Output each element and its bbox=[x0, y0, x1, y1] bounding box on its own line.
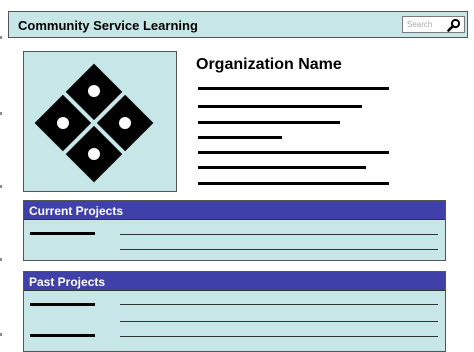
search-input[interactable] bbox=[403, 17, 451, 32]
project-name-line[interactable] bbox=[30, 334, 95, 337]
past-projects-panel: Past Projects bbox=[23, 271, 446, 352]
project-name-line[interactable] bbox=[30, 232, 95, 235]
description-line bbox=[198, 136, 282, 139]
description-line bbox=[198, 166, 366, 169]
project-detail-line bbox=[120, 321, 438, 322]
past-projects-title: Past Projects bbox=[24, 272, 445, 291]
current-projects-panel: Current Projects bbox=[23, 200, 446, 261]
edge-mark bbox=[0, 112, 2, 115]
description-line bbox=[198, 151, 389, 154]
current-projects-title: Current Projects bbox=[24, 201, 445, 220]
search-box[interactable] bbox=[402, 16, 465, 33]
project-detail-line bbox=[120, 304, 438, 305]
organization-name: Organization Name bbox=[196, 56, 342, 73]
organization-logo bbox=[23, 51, 177, 192]
project-name-line[interactable] bbox=[30, 303, 95, 306]
diamond-logo-icon bbox=[34, 63, 154, 183]
site-title[interactable]: Community Service Learning bbox=[18, 18, 198, 33]
edge-mark bbox=[0, 333, 2, 336]
project-detail-line bbox=[120, 249, 438, 250]
edge-mark bbox=[0, 36, 2, 39]
description-line bbox=[198, 182, 389, 185]
description-line bbox=[198, 121, 340, 124]
project-detail-line bbox=[120, 234, 438, 235]
search-icon[interactable] bbox=[447, 18, 461, 32]
description-line bbox=[198, 105, 362, 108]
edge-mark bbox=[0, 258, 2, 261]
project-detail-line bbox=[120, 336, 438, 337]
header-bar: Community Service Learning bbox=[8, 11, 468, 38]
edge-mark bbox=[0, 185, 2, 188]
description-line bbox=[198, 87, 389, 90]
